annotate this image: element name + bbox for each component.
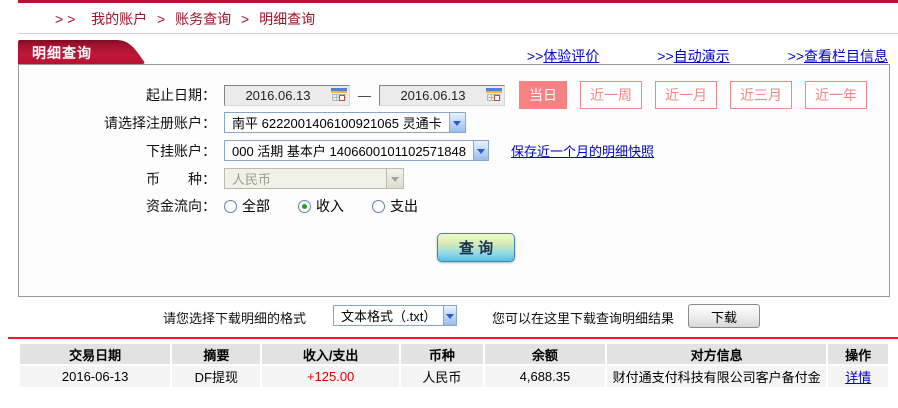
registered-account-value: 南平 6222001406100921065 灵通卡 (232, 116, 442, 131)
cell-counterparty: 财付通支付科技有限公司客户备付金 (606, 366, 827, 387)
radio-circle[interactable] (298, 199, 311, 213)
breadcrumb: > > 我的账户 > 账务查询 > 明细查询 (55, 9, 315, 29)
sub-account-select[interactable]: 000 活期 基本户 1406600101102571848 (224, 140, 489, 161)
col-header-currency: 币种 (400, 344, 483, 364)
col-header-trade-date: 交易日期 (20, 344, 171, 364)
registered-account-row: 请选择注册账户： 南平 6222001406100921065 灵通卡 (19, 112, 889, 133)
chevron-down-icon[interactable] (472, 141, 488, 160)
cell-summary: DF提现 (172, 366, 261, 387)
date-range-row: 起止日期： 2016.06.13 — 2016.06.13 当日 近一周 近一月… (19, 81, 889, 109)
radio-expense-label: 支出 (390, 198, 418, 214)
download-format-select[interactable]: 文本格式（.txt） (333, 305, 457, 326)
chevron-down-icon[interactable] (443, 306, 456, 325)
download-hint: 您可以在这里下载查询明细结果 (492, 311, 675, 326)
quick-range-buttons: 当日 近一周 近一月 近三月 近一年 (519, 81, 867, 109)
radio-expense[interactable]: 支出 (372, 196, 418, 216)
breadcrumb-item-account-query[interactable]: 账务查询 (175, 11, 231, 27)
cell-action: 详情 (828, 366, 888, 387)
sub-account-row: 下挂账户： 000 活期 基本户 1406600101102571848 保存近… (19, 140, 889, 161)
fund-flow-row: 资金流向： 全部 收入 支出 (19, 196, 889, 216)
radio-income-label: 收入 (316, 198, 344, 214)
detail-link[interactable]: 详情 (845, 370, 871, 385)
cell-currency: 人民币 (400, 366, 483, 387)
header-links: >>体验评价 >>自动演示 >>查看栏目信息 (527, 46, 888, 66)
query-button[interactable]: 查 询 (437, 233, 515, 262)
download-button[interactable]: 下载 (688, 304, 760, 328)
currency-label: 币 种： (146, 170, 216, 187)
col-header-action: 操作 (828, 344, 888, 364)
download-format-label: 请您选择下载明细的格式 (163, 311, 307, 326)
start-date-input[interactable]: 2016.06.13 (224, 84, 350, 106)
view-column-info-link[interactable]: >>查看栏目信息 (788, 46, 888, 66)
save-snapshot-link[interactable]: 保存近一个月的明细快照 (511, 141, 654, 160)
fund-flow-options: 全部 收入 支出 (224, 196, 418, 216)
radio-circle[interactable] (372, 199, 385, 213)
col-header-summary: 摘要 (172, 344, 261, 364)
quick-button-last-3-months[interactable]: 近三月 (730, 81, 792, 109)
page-title: 明细查询 (32, 45, 92, 61)
calendar-icon[interactable] (486, 87, 502, 103)
sub-account-value: 000 活期 基本户 1406600101102571848 (232, 144, 466, 159)
quick-button-last-month[interactable]: 近一月 (655, 81, 717, 109)
query-form-panel: 起止日期： 2016.06.13 — 2016.06.13 当日 近一周 近一月… (18, 64, 890, 297)
top-accent-line (18, 0, 898, 3)
fund-flow-label: 资金流向： (146, 198, 216, 214)
table-top-accent-line (8, 337, 898, 339)
breadcrumb-item-my-account[interactable]: 我的账户 (91, 11, 147, 27)
quick-button-today[interactable]: 当日 (519, 81, 567, 109)
sub-account-label: 下挂账户： (146, 142, 216, 159)
registered-account-select[interactable]: 南平 6222001406100921065 灵通卡 (224, 112, 466, 133)
chevron-down-icon (386, 169, 403, 188)
radio-all[interactable]: 全部 (224, 196, 270, 216)
transaction-table: 交易日期 摘要 收入/支出 币种 余额 对方信息 操作 2016-06-13 D… (18, 342, 890, 389)
experience-rating-link[interactable]: >>体验评价 (527, 46, 599, 66)
download-row: 请您选择下载明细的格式 文本格式（.txt） 您可以在这里下载查询明细结果 下载 (0, 304, 898, 328)
col-header-counterparty: 对方信息 (606, 344, 827, 364)
date-range-label: 起止日期： (146, 87, 216, 103)
download-format-value: 文本格式（.txt） (341, 309, 437, 324)
table-row: 2016-06-13 DF提现 +125.00 人民币 4,688.35 财付通… (20, 366, 888, 387)
start-date-value: 2016.06.13 (245, 87, 311, 103)
breadcrumb-item-detail-query[interactable]: 明细查询 (259, 11, 315, 27)
divider (18, 33, 898, 34)
chevron-down-icon[interactable] (448, 113, 465, 132)
date-separator: — (358, 87, 371, 103)
col-header-income-expense: 收入/支出 (262, 344, 399, 364)
breadcrumb-separator: > (241, 11, 250, 27)
radio-circle[interactable] (224, 199, 237, 213)
registered-account-label: 请选择注册账户： (104, 114, 216, 131)
radio-income[interactable]: 收入 (298, 196, 344, 216)
breadcrumb-prefix: > > (55, 11, 76, 27)
calendar-icon[interactable] (331, 87, 347, 103)
auto-demo-link[interactable]: >>自动演示 (657, 46, 729, 66)
cell-balance: 4,688.35 (484, 366, 605, 387)
cell-trade-date: 2016-06-13 (20, 366, 171, 387)
currency-select-disabled: 人民币 (224, 168, 404, 189)
quick-button-last-week[interactable]: 近一周 (580, 81, 642, 109)
currency-value: 人民币 (232, 172, 272, 187)
currency-row: 币 种： 人民币 (19, 168, 889, 189)
section-tab: 明细查询 (18, 40, 150, 64)
table-header-row: 交易日期 摘要 收入/支出 币种 余额 对方信息 操作 (20, 344, 888, 364)
breadcrumb-separator: > (157, 11, 166, 27)
col-header-balance: 余额 (484, 344, 605, 364)
quick-button-last-year[interactable]: 近一年 (805, 81, 867, 109)
end-date-value: 2016.06.13 (400, 87, 466, 103)
radio-all-label: 全部 (242, 198, 270, 214)
cell-income-expense: +125.00 (262, 366, 399, 387)
detail-query-page: > > 我的账户 > 账务查询 > 明细查询 明细查询 >>体验评价 >>自动演… (0, 0, 898, 408)
end-date-input[interactable]: 2016.06.13 (379, 84, 505, 106)
